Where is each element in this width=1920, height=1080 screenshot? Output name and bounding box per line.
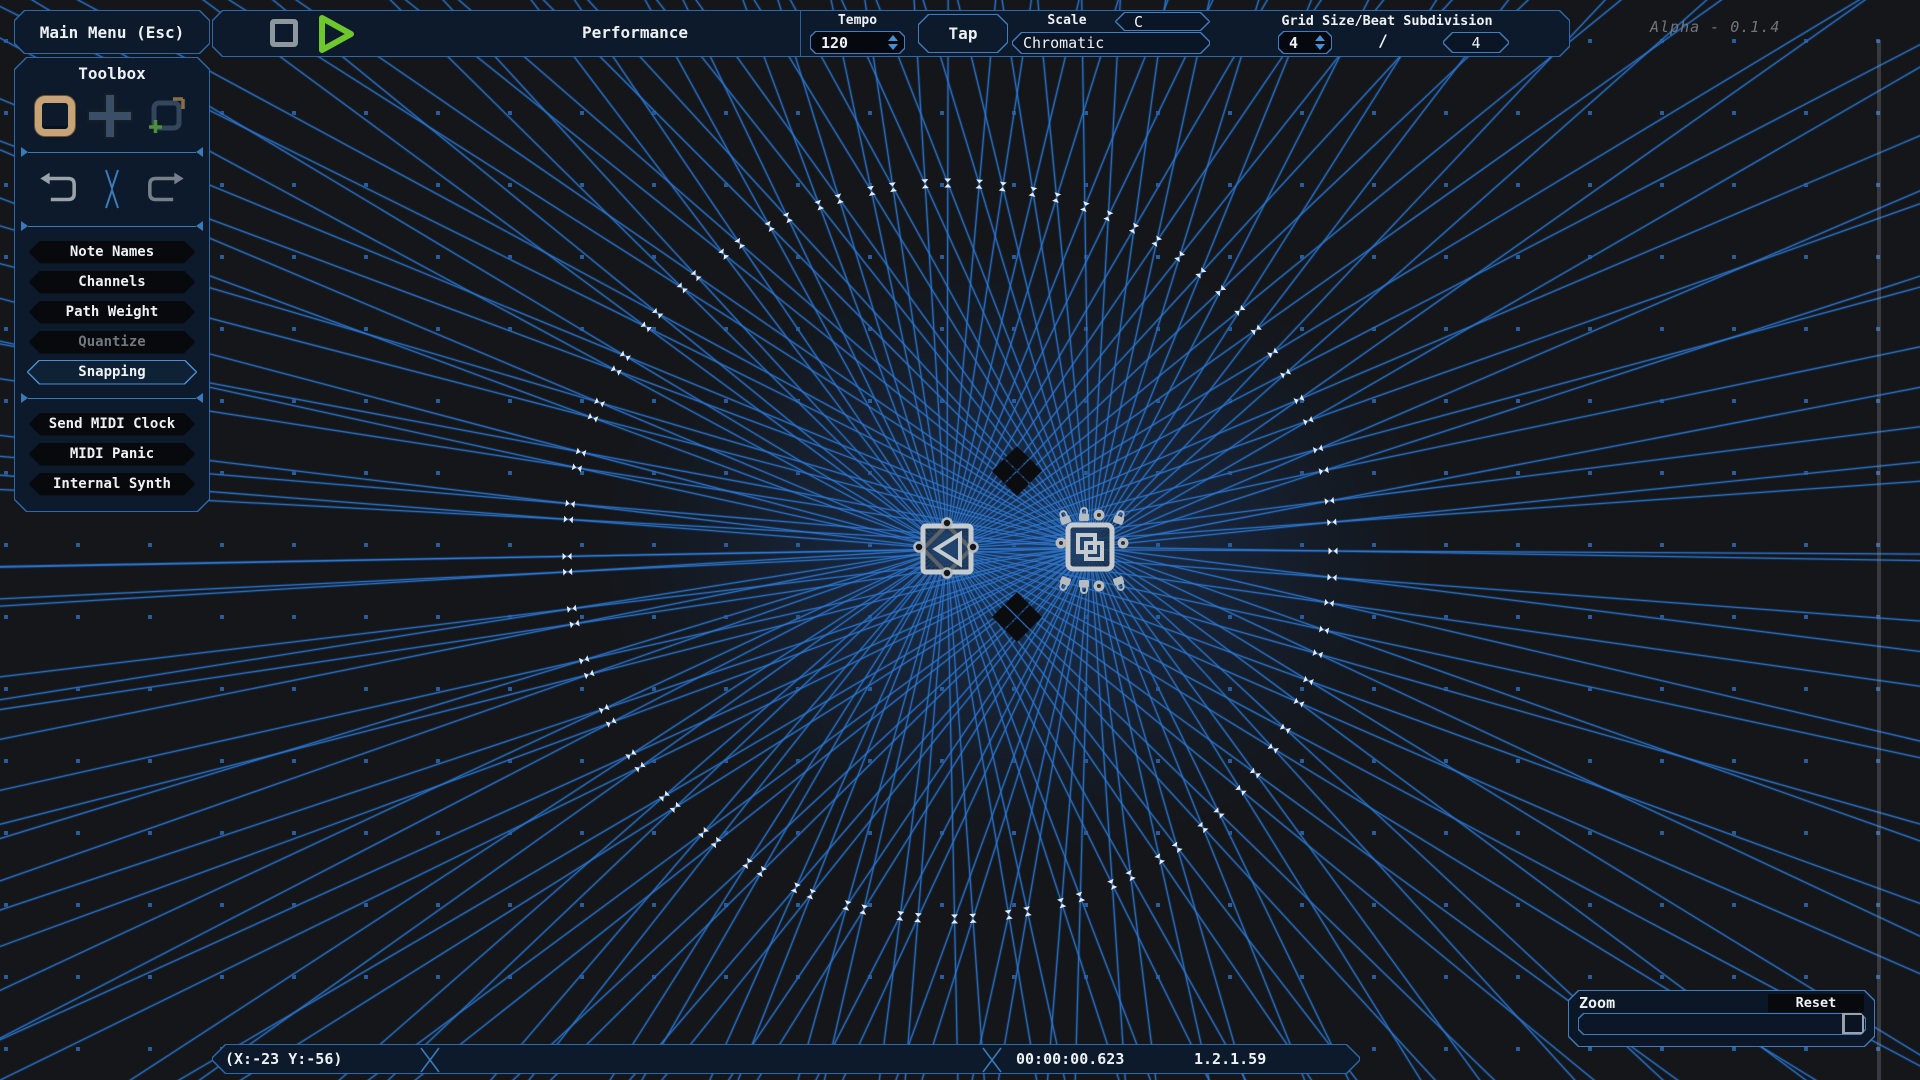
playback-beat: 1.2.1.59 — [1194, 1045, 1266, 1073]
zoom-slider[interactable] — [1578, 1013, 1866, 1035]
main-menu-label: Main Menu (Esc) — [40, 23, 185, 42]
tap-tempo-button[interactable]: Tap — [918, 14, 1008, 53]
toolbox-title: Toolbox — [15, 64, 209, 83]
version-watermark: Alpha - 0.1.4 — [1650, 18, 1780, 36]
status-bar: (X:-23 Y:-56) 00:00:00.623 1.2.1.59 — [212, 1044, 1360, 1074]
tempo-label: Tempo — [810, 13, 905, 28]
stop-button[interactable] — [270, 19, 298, 47]
tempo-spinner[interactable] — [888, 35, 898, 50]
add-node-tool-icon[interactable] — [87, 93, 133, 139]
main-menu-button[interactable]: Main Menu (Esc) — [14, 10, 210, 54]
internal-synth-button[interactable]: Internal Synth — [29, 473, 195, 496]
grid-size-input[interactable]: 4 — [1278, 31, 1332, 54]
zoom-panel: Zoom Reset — [1568, 990, 1875, 1047]
grid-separator: / — [1373, 31, 1393, 50]
tool-row — [15, 91, 209, 141]
node-graph-canvas[interactable] — [0, 0, 1920, 1080]
toolbox-divider — [21, 147, 203, 157]
toggle-channels[interactable]: Channels — [29, 271, 195, 294]
grid-size-label: Grid Size/Beat Subdivision — [1267, 13, 1507, 29]
history-row — [15, 163, 209, 215]
zoom-slider-handle[interactable] — [1842, 1012, 1864, 1034]
scale-root-dropdown[interactable]: C — [1115, 12, 1210, 31]
playback-node[interactable] — [915, 519, 978, 578]
sequencer-node[interactable] — [1068, 525, 1112, 569]
grid-size-spinner[interactable] — [1315, 35, 1325, 50]
bar-divider — [800, 11, 801, 56]
grid-size-value: 4 — [1289, 34, 1298, 52]
tempo-input[interactable]: 120 — [810, 31, 905, 54]
midi-panic-button[interactable]: MIDI Panic — [29, 443, 195, 466]
toggle-note-names[interactable]: Note Names — [29, 241, 195, 264]
send-midi-clock-button[interactable]: Send MIDI Clock — [29, 413, 195, 436]
performance-title: Performance — [510, 23, 760, 42]
canvas-scrollbar[interactable] — [1877, 40, 1881, 1080]
transport-bar: Performance Tempo 120 Tap Scale C Chroma… — [212, 10, 1570, 57]
transform-tool-icon[interactable] — [145, 94, 189, 138]
undo-icon[interactable] — [38, 171, 80, 207]
select-tool-icon[interactable] — [35, 96, 75, 136]
redo-icon[interactable] — [144, 171, 186, 207]
playback-time: 00:00:00.623 — [1016, 1045, 1124, 1073]
status-divider — [981, 1046, 1003, 1074]
play-button[interactable] — [313, 12, 357, 56]
toolbox-panel: Toolbox — [14, 57, 210, 512]
toolbox-divider — [21, 221, 203, 231]
status-divider — [419, 1046, 441, 1074]
toggle-path-weight[interactable]: Path Weight — [29, 301, 195, 324]
zoom-label: Zoom — [1579, 994, 1615, 1012]
toggle-quantize[interactable]: Quantize — [29, 331, 195, 354]
tempo-value: 120 — [821, 34, 848, 52]
mirror-divider-icon — [103, 166, 121, 212]
zoom-reset-button[interactable]: Reset — [1768, 994, 1864, 1012]
cursor-coordinates: (X:-23 Y:-56) — [225, 1045, 342, 1073]
scale-label: Scale — [1037, 13, 1097, 28]
toolbox-divider — [21, 393, 203, 403]
toggle-snapping[interactable]: Snapping — [27, 360, 197, 385]
subdivision-dropdown[interactable]: 4 — [1443, 32, 1509, 53]
scale-mode-dropdown[interactable]: Chromatic — [1012, 32, 1210, 54]
